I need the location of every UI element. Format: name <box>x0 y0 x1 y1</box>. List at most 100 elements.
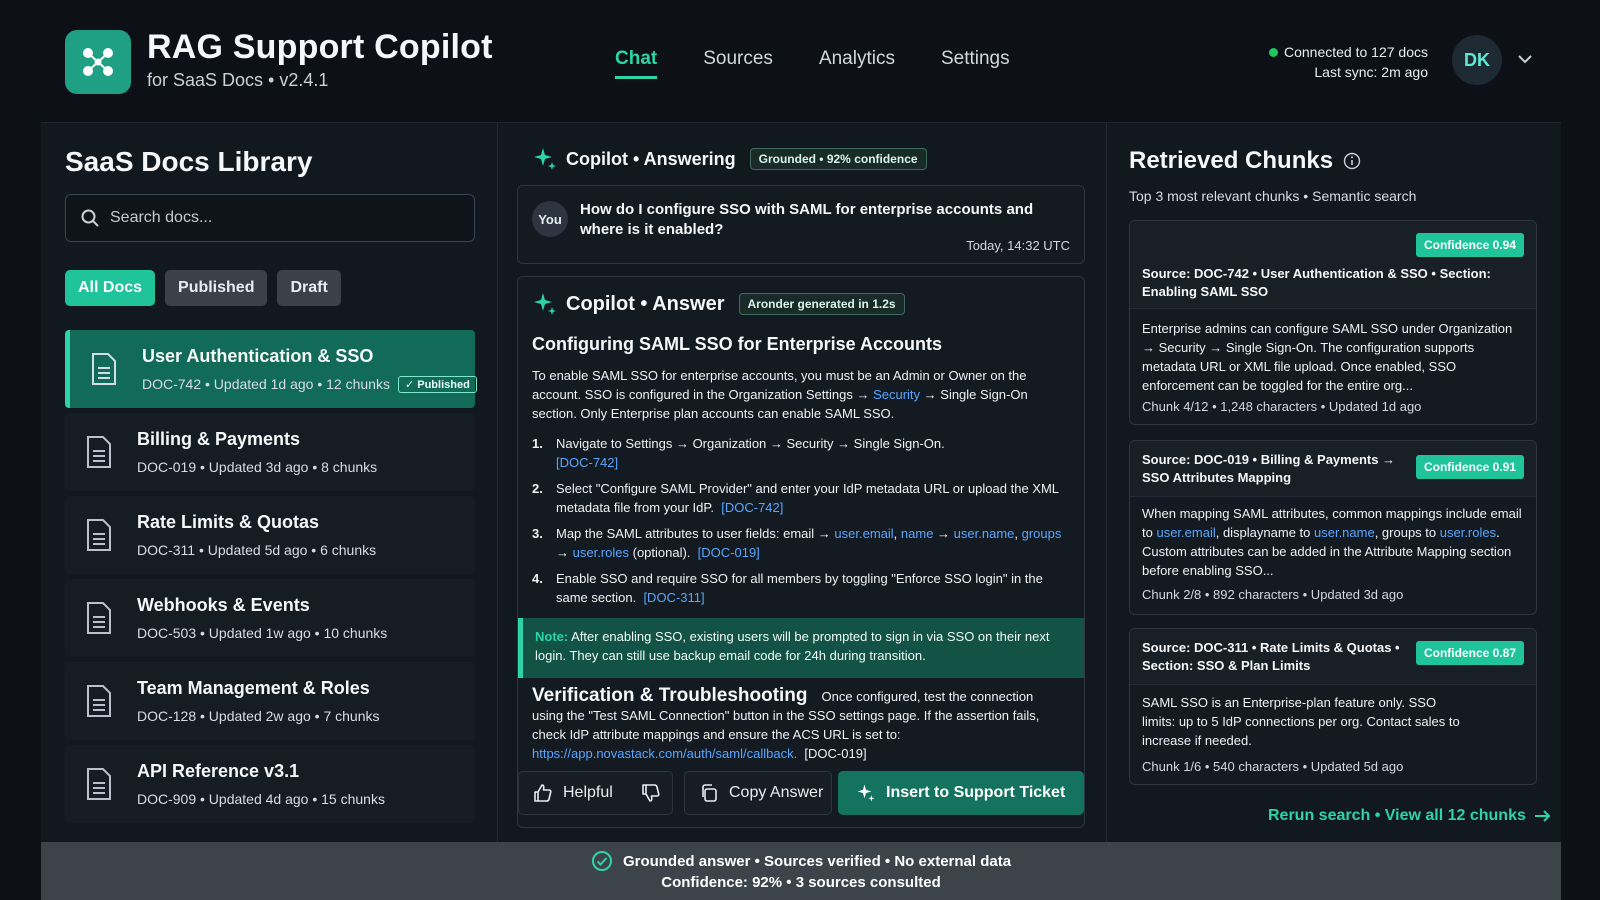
user-avatar[interactable]: DK <box>1452 35 1502 85</box>
step-text: Select "Configure SAML Provider" and ent… <box>556 479 1062 517</box>
tab-settings[interactable]: Settings <box>941 48 1010 79</box>
app-logo <box>65 30 131 94</box>
field-link[interactable]: name <box>901 526 934 541</box>
panel-divider <box>497 122 498 842</box>
confidence-badge: Confidence 0.94 <box>1415 233 1524 257</box>
network-icon <box>83 48 113 76</box>
field-link[interactable]: user.name <box>1314 525 1375 540</box>
published-badge-label: Published <box>417 379 470 391</box>
doc-meta: DOC-019 • Updated 3d ago • 8 chunks <box>137 459 378 475</box>
document-icon <box>87 602 111 634</box>
tab-sources[interactable]: Sources <box>703 48 773 79</box>
field-link[interactable]: user.email <box>834 526 893 541</box>
chunk-source: Source: DOC-019 • Billing & Payments → S… <box>1142 452 1396 485</box>
doc-item-webhooks[interactable]: Webhooks & Events DOC-503 • Updated 1w a… <box>65 579 475 657</box>
search-box <box>65 194 475 242</box>
doc-item-api-reference[interactable]: API Reference v3.1 DOC-909 • Updated 4d … <box>65 745 475 823</box>
answer-note: Note: After enabling SSO, existing users… <box>518 618 1084 678</box>
chunk-body: When mapping SAML attributes, common map… <box>1142 504 1528 580</box>
step-item: 2. Select "Configure SAML Provider" and … <box>532 479 1062 517</box>
chunk-meta: Chunk 1/6 • 540 characters • Updated 5d … <box>1142 759 1404 774</box>
you-avatar: You <box>532 201 568 237</box>
chunk-body: Enterprise admins can configure SAML SSO… <box>1142 319 1528 395</box>
chevron-down-icon[interactable] <box>1516 50 1534 68</box>
rerun-search-link[interactable]: Rerun search • View all 12 chunks <box>1268 807 1552 825</box>
citation-link[interactable]: [DOC-742] <box>556 455 618 470</box>
thumbs-down-icon[interactable] <box>641 783 661 803</box>
step-item: 4. Enable SSO and require SSO for all me… <box>532 569 1062 607</box>
check-circle-icon <box>591 851 612 871</box>
chunk-meta: Chunk 2/8 • 892 characters • Updated 3d … <box>1142 587 1404 602</box>
doc-item-billing[interactable]: Billing & Payments DOC-019 • Updated 3d … <box>65 413 475 491</box>
rerun-label: Rerun search • View all 12 chunks <box>1268 807 1526 824</box>
insert-ticket-label: Insert to Support Ticket <box>886 784 1066 801</box>
published-badge: ✓ Published <box>397 376 477 393</box>
library-title: SaaS Docs Library <box>65 146 313 177</box>
connection-status: Connected to 127 docs Last sync: 2m ago <box>1269 42 1428 82</box>
status-dot-icon <box>1269 48 1278 57</box>
filter-draft[interactable]: Draft <box>277 270 341 306</box>
step-text-body: Enable SSO and require SSO for all membe… <box>556 571 1043 605</box>
footer-grounded-text: Grounded answer • Sources verified • No … <box>622 852 1012 870</box>
field-link[interactable]: groups <box>1022 526 1062 541</box>
insert-ticket-button[interactable]: Insert to Support Ticket <box>838 771 1084 815</box>
doc-title: Webhooks & Events <box>137 595 310 615</box>
filter-all-docs[interactable]: All Docs <box>65 270 156 306</box>
generated-chip: Aronder generated in 1.2s <box>738 293 905 315</box>
citation-link[interactable]: [DOC-019] <box>698 545 760 560</box>
copy-answer-button[interactable]: Copy Answer <box>684 771 832 815</box>
helpful-button[interactable]: Helpful <box>518 771 673 815</box>
copy-answer-label: Copy Answer <box>729 784 824 801</box>
chunk-card[interactable]: Confidence 0.94 Source: DOC-742 • User A… <box>1129 220 1537 425</box>
main-nav: Chat Sources Analytics Settings <box>615 48 1056 79</box>
step-text-body: (optional). <box>629 545 691 560</box>
step-text-body: Select "Configure SAML Provider" and ent… <box>556 481 1059 515</box>
citation-link[interactable]: [DOC-311] <box>643 590 704 605</box>
search-input[interactable] <box>110 209 450 227</box>
verification-section: Verification & Troubleshooting Once confi… <box>532 686 1062 763</box>
footer-line-1: Grounded answer • Sources verified • No … <box>41 850 1561 872</box>
field-link[interactable]: user.roles <box>1440 525 1496 540</box>
doc-list: User Authentication & SSO DOC-742 • Upda… <box>65 330 477 828</box>
chunk-source: Source: DOC-311 • Rate Limits & Quotas •… <box>1142 640 1400 673</box>
answer-intro: To enable SAML SSO for enterprise accoun… <box>532 366 1052 423</box>
step-text: Enable SSO and require SSO for all membe… <box>556 569 1062 607</box>
sparkle-icon <box>534 293 556 315</box>
doc-item-rate-limits[interactable]: Rate Limits & Quotas DOC-311 • Updated 5… <box>65 496 475 574</box>
field-link[interactable]: user.email <box>1156 525 1215 540</box>
copy-icon <box>702 784 717 802</box>
chunk-card[interactable]: Source: DOC-311 • Rate Limits & Quotas •… <box>1129 628 1537 785</box>
doc-item-user-auth[interactable]: User Authentication & SSO DOC-742 • Upda… <box>65 330 477 408</box>
app-header: RAG Support Copilot for SaaS Docs • v2.4… <box>0 0 1600 122</box>
tab-chat[interactable]: Chat <box>615 48 658 79</box>
field-link[interactable]: user.roles <box>573 545 629 560</box>
note-label: Note: <box>535 629 569 644</box>
doc-meta: DOC-742 • Updated 1d ago • 12 chunks ✓ Pu… <box>142 376 477 393</box>
copilot-status: Copilot • Answering Grounded • 92% confi… <box>532 146 927 172</box>
step-text-body: , <box>893 526 901 541</box>
confidence-badge: Confidence 0.91 <box>1415 455 1524 479</box>
filter-published[interactable]: Published <box>165 270 268 306</box>
chunk-body: SAML SSO is an Enterprise-plan feature o… <box>1142 695 1460 748</box>
security-link[interactable]: Security <box>873 387 920 402</box>
document-icon <box>87 519 111 551</box>
step-item: 1. Navigate to Settings → Organization →… <box>532 434 1062 472</box>
thumbs-up-icon <box>534 784 552 802</box>
acs-url-link[interactable]: https://app.novastack.com/auth/saml/call… <box>532 746 797 761</box>
chunk-source: Source: DOC-742 • User Authentication & … <box>1142 266 1491 299</box>
tab-analytics[interactable]: Analytics <box>819 48 895 79</box>
chunk-header: Confidence 0.94 Source: DOC-742 • User A… <box>1130 221 1536 309</box>
field-link[interactable]: user.name <box>954 526 1015 541</box>
doc-title: Team Management & Roles <box>137 678 370 698</box>
citation-link[interactable]: [DOC-742] <box>721 500 783 515</box>
note-text: After enabling SSO, existing users will … <box>535 629 1050 663</box>
chunks-title-text: Retrieved Chunks <box>1129 147 1334 174</box>
info-icon[interactable] <box>1343 152 1361 170</box>
doc-item-team-management[interactable]: Team Management & Roles DOC-128 • Update… <box>65 662 475 740</box>
step-number: 4. <box>532 571 543 586</box>
sparkle-icon <box>534 148 556 170</box>
step-text-body: Map the SAML attributes to user fields: … <box>556 526 835 541</box>
document-icon <box>87 768 111 800</box>
chunk-card[interactable]: Source: DOC-019 • Billing & Payments → S… <box>1129 440 1537 615</box>
connection-text: Connected to 127 docs <box>1284 44 1428 60</box>
